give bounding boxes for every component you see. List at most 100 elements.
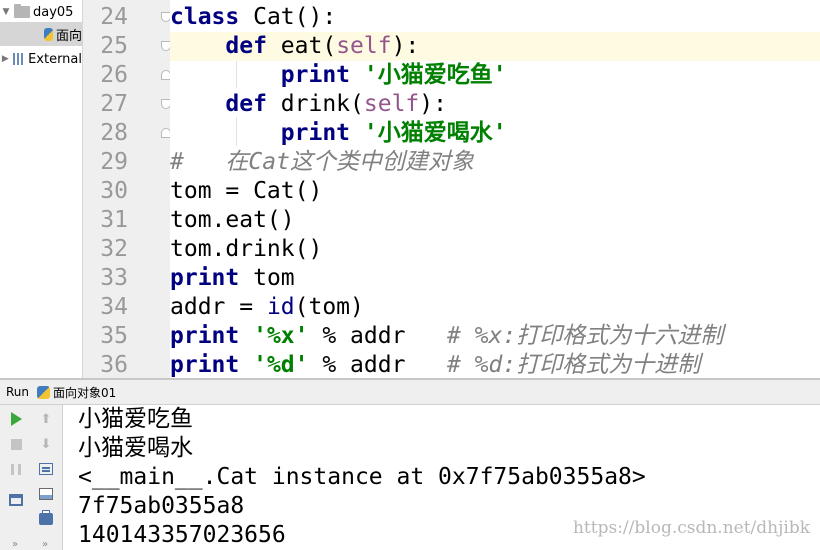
code-line-34[interactable]: addr = id(tom) xyxy=(170,293,820,322)
console-line: 小猫爱喝水 xyxy=(78,435,193,461)
run-config-label: 面向对象01 xyxy=(53,385,117,400)
print-button[interactable] xyxy=(36,509,56,529)
code-line-35[interactable]: print '%x' % addr # %x:打印格式为十六进制 xyxy=(170,322,820,351)
line-number: 36 xyxy=(100,352,128,378)
expand-arrow-icon[interactable]: ▼ xyxy=(0,7,12,17)
code-text: tom = Cat() xyxy=(170,178,323,204)
layout-icon xyxy=(9,494,23,506)
tree-item-label: 面向 xyxy=(55,28,82,44)
scroll-down-button[interactable]: ⬇ xyxy=(36,434,56,454)
restore-layout-button[interactable] xyxy=(6,490,26,510)
folder-icon xyxy=(14,4,30,18)
code-line-33[interactable]: print tom xyxy=(170,264,820,293)
soft-wrap-button[interactable] xyxy=(36,459,56,479)
code-text: % addr xyxy=(308,323,447,349)
arrow-up-icon: ⬆ xyxy=(40,411,52,427)
tree-item-file[interactable]: 面向 xyxy=(0,22,82,46)
code-line-28[interactable]: print '小猫爱喝水' xyxy=(170,119,820,148)
line-number: 28 xyxy=(100,120,128,146)
line-number: 33 xyxy=(100,265,128,291)
project-tree-pane: ▼ day05 面向 ▶ External xyxy=(0,0,83,378)
line-number: 24 xyxy=(100,4,128,30)
code-text: tom xyxy=(239,265,295,291)
keyword: print xyxy=(170,352,240,378)
python-run-icon xyxy=(37,385,51,399)
string-literal: '小猫爱喝水' xyxy=(363,120,507,146)
string-literal: '%d' xyxy=(253,352,309,378)
line-number: 34 xyxy=(100,294,128,320)
code-text: addr = xyxy=(170,294,267,320)
comment: # 在Cat这个类中创建对象 xyxy=(170,149,474,175)
line-number: 27 xyxy=(100,91,128,117)
arrow-down-icon: ⬇ xyxy=(40,436,52,452)
python-file-icon xyxy=(44,27,53,41)
code-line-30[interactable]: tom = Cat() xyxy=(170,177,820,206)
line-number: 32 xyxy=(100,236,128,262)
comment: # %d:打印格式为十进制 xyxy=(446,352,701,378)
keyword: def xyxy=(225,91,267,117)
builtin-function: id xyxy=(266,294,295,320)
stop-button[interactable] xyxy=(6,434,26,454)
rerun-button[interactable] xyxy=(6,409,26,429)
console-line: 7f75ab0355a8 xyxy=(78,493,245,519)
keyword: print xyxy=(280,62,351,88)
more-icon[interactable]: » xyxy=(42,539,48,550)
pause-button[interactable] xyxy=(6,459,26,479)
watermark: https://blog.csdn.net/dhjibk xyxy=(572,518,810,538)
code-line-31[interactable]: tom.eat() xyxy=(170,206,820,235)
tree-item-external-libraries[interactable]: ▶ External xyxy=(0,47,82,71)
code-line-32[interactable]: tom.drink() xyxy=(170,235,820,264)
console-line: <__main__.Cat instance at 0x7f75ab0355a8… xyxy=(78,464,646,490)
code-line-24[interactable]: class Cat(): xyxy=(170,3,820,32)
code-text: (tom) xyxy=(294,294,364,320)
code-editor[interactable]: class Cat(): def eat(self): print '小猫爱吃鱼… xyxy=(170,0,820,378)
keyword: print xyxy=(170,265,240,291)
code-text: % addr xyxy=(308,352,447,378)
code-line-27[interactable]: def drink(self): xyxy=(170,90,820,119)
keyword: def xyxy=(225,33,267,59)
tree-item-label: day05 xyxy=(33,4,74,20)
code-text: tom.drink() xyxy=(170,236,323,262)
pause-icon xyxy=(11,463,21,475)
line-number: 29 xyxy=(100,149,128,175)
string-literal: '%x' xyxy=(253,323,309,349)
stop-icon xyxy=(10,438,22,450)
self-param: self xyxy=(363,91,420,117)
run-panel-title: Run xyxy=(6,385,30,399)
keyword: class xyxy=(170,4,240,30)
scroll-to-end-button[interactable] xyxy=(36,484,56,504)
code-text: tom.eat() xyxy=(170,207,295,233)
code-text: ): xyxy=(391,33,420,59)
more-icon[interactable]: » xyxy=(12,539,18,550)
library-icon xyxy=(12,53,26,65)
code-line-29[interactable]: # 在Cat这个类中创建对象 xyxy=(170,148,820,177)
run-config-tab[interactable]: 面向对象01 xyxy=(37,384,116,401)
code-text: Cat(): xyxy=(239,4,337,30)
keyword: print xyxy=(280,120,351,146)
code-line-36[interactable]: print '%d' % addr # %d:打印格式为十进制 xyxy=(170,351,820,378)
collapse-arrow-icon[interactable]: ▶ xyxy=(0,54,11,64)
tree-item-label: External xyxy=(28,51,82,67)
code-line-26[interactable]: print '小猫爱吃鱼' xyxy=(170,61,820,90)
line-number: 31 xyxy=(100,207,128,233)
run-toolbar: » ⬆ ⬇ » xyxy=(0,405,63,550)
scroll-up-button[interactable]: ⬆ xyxy=(36,409,56,429)
console-line: 140143357023656 xyxy=(78,522,286,548)
run-panel-header: Run 面向对象01 xyxy=(0,380,820,405)
editor-gutter: 24 25 26 27 28 29 30 31 32 33 34 35 36 xyxy=(83,0,171,378)
tree-item-day05[interactable]: ▼ day05 xyxy=(0,0,82,24)
console-line: 小猫爱吃鱼 xyxy=(78,406,193,432)
line-number: 30 xyxy=(100,178,128,204)
string-literal: '小猫爱吃鱼' xyxy=(363,62,507,88)
code-text: ): xyxy=(419,91,447,117)
soft-wrap-icon xyxy=(39,463,53,475)
scroll-to-end-icon xyxy=(39,488,53,500)
code-text: eat( xyxy=(266,33,337,59)
keyword: print xyxy=(170,323,240,349)
print-icon xyxy=(39,510,53,525)
line-number: 25 xyxy=(100,33,128,59)
code-line-25[interactable]: def eat(self): xyxy=(170,32,820,61)
comment: # %x:打印格式为十六进制 xyxy=(446,323,724,349)
code-text: drink( xyxy=(266,91,364,117)
line-number: 26 xyxy=(100,62,128,88)
